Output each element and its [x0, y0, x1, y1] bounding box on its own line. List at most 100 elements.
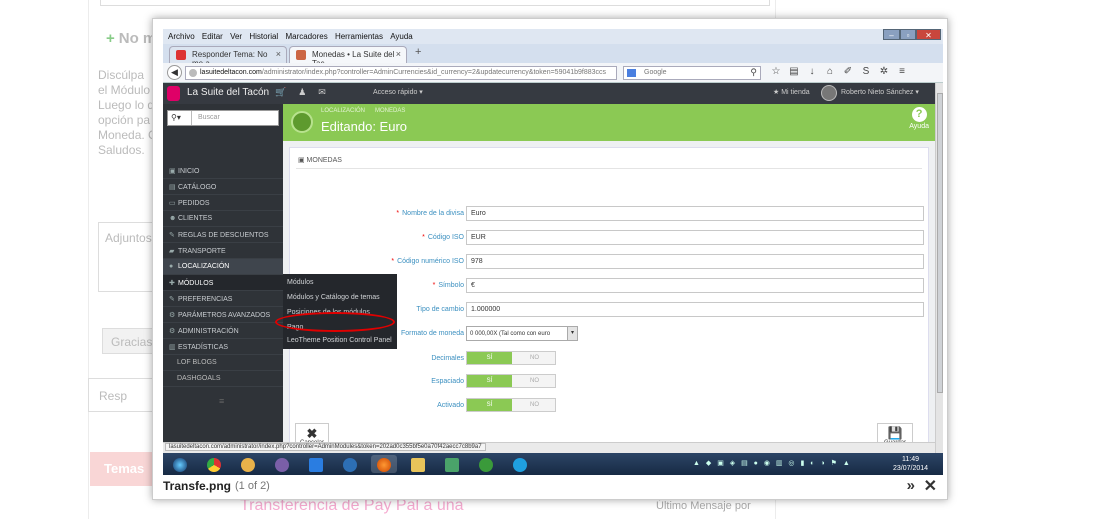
iso-numeric-input[interactable]: 978 [466, 254, 924, 269]
user-icon[interactable]: ♟ [298, 87, 306, 97]
sidebar-item-clientes[interactable]: ☻ CLIENTES [163, 211, 283, 227]
chrome-icon[interactable] [201, 455, 227, 473]
search-icon[interactable]: ⚲ [750, 67, 757, 78]
system-tray-icons[interactable]: ▲ ◆ ▣ ◈ ▤ ● ◉ ▥ ◎ ▮ ◐ ◑ ⚑ ▲ [693, 459, 852, 467]
extension-icon[interactable]: ✐ [839, 66, 857, 77]
page-title-bar: LOCALIZACIÓN MONEDAS Editando: Euro ? Ayu… [283, 104, 935, 141]
sidebar-item-inicio[interactable]: ▣ INICIO [163, 163, 283, 179]
sidebar-item-preferencias[interactable]: ✎ PREFERENCIAS [163, 291, 283, 307]
sidebar-item-transporte[interactable]: ▰ TRANSPORTE [163, 243, 283, 259]
back-arrow-icon[interactable]: ◀ [167, 65, 182, 80]
dropbox-icon[interactable] [303, 455, 329, 473]
site-identity-icon [189, 69, 197, 77]
user-menu[interactable]: Roberto Nieto Sánchez ▾ [841, 88, 919, 96]
close-lightbox-button[interactable]: ✕ [924, 476, 937, 496]
tab-close-icon[interactable]: × [396, 49, 401, 59]
skype-icon[interactable]: S [857, 66, 875, 77]
tab-monedas[interactable]: Monedas • La Suite del Tac... × [289, 46, 407, 68]
firefox-icon[interactable] [371, 455, 397, 473]
sidebar-item-lof-blogs[interactable]: LOF BLOGS [163, 355, 283, 371]
help-button[interactable]: ? Ayuda [909, 107, 929, 130]
tab-responder-tema[interactable]: Responder Tema: No me a... × [169, 46, 287, 68]
search-bar[interactable]: Google ⚲ [623, 66, 761, 80]
minimize-button[interactable]: – [883, 29, 900, 40]
panel-divider [296, 168, 922, 169]
topics-header: Temas [90, 452, 156, 486]
scrollbar-thumb[interactable] [937, 93, 943, 393]
menu-hamburger-icon[interactable]: ≡ [893, 66, 911, 77]
new-tab-button[interactable]: + [415, 46, 421, 58]
currency-format-select[interactable]: 0 000,00X (Tal como con euro ▾ [466, 326, 578, 341]
home-icon[interactable]: ⌂ [821, 66, 839, 77]
sidebar-item-modulos[interactable]: ✚ MÓDULOS [163, 275, 283, 291]
shop-name[interactable]: La Suite del Tacón [187, 87, 269, 98]
field-row-active: Activado SÍ NO [290, 398, 930, 414]
tab-close-icon[interactable]: × [276, 49, 281, 59]
power-icon[interactable] [337, 455, 363, 473]
taskbar-clock[interactable]: 11:49 23/07/2014 [893, 455, 928, 473]
active-toggle[interactable]: SÍ NO [466, 398, 556, 412]
menu-ayuda[interactable]: Ayuda [390, 32, 413, 41]
search-icon[interactable]: ⚲▾ [168, 111, 192, 125]
field-row-name: * Nombre de la divisa Euro [290, 206, 930, 222]
sidebar-item-catalogo[interactable]: ▤ CATÁLOGO [163, 179, 283, 195]
my-store-link[interactable]: ★ Mi tienda [773, 88, 810, 96]
maximize-button[interactable]: ▫ [900, 29, 916, 40]
menu-herramientas[interactable]: Herramientas [335, 32, 383, 41]
menu-ver[interactable]: Ver [230, 32, 242, 41]
avatar[interactable] [821, 85, 837, 101]
cart-icon[interactable]: 🛒 [275, 87, 286, 97]
folder-icon[interactable] [405, 455, 431, 473]
next-image-button[interactable]: » [907, 477, 915, 494]
exchange-rate-input[interactable]: 1.000000 [466, 302, 924, 317]
image-filename: Transfe.png [163, 479, 232, 493]
currency-name-input[interactable]: Euro [466, 206, 924, 221]
panel-heading: ▣ MONEDAS [298, 157, 342, 164]
menu-historial[interactable]: Historial [249, 32, 278, 41]
network-icon[interactable] [439, 455, 465, 473]
torrent-icon[interactable] [473, 455, 499, 473]
page-scrollbar[interactable] [935, 83, 943, 453]
collapse-menu-icon[interactable]: ≡ [219, 396, 224, 406]
thanks-button[interactable]: Gracias [102, 328, 154, 354]
start-button-icon[interactable] [167, 455, 193, 473]
quick-access-menu[interactable]: Acceso rápido ▾ [373, 88, 423, 96]
sidebar-item-localizacion[interactable]: ● LOCALIZACIÓN [163, 259, 283, 275]
sidebar-item-administracion[interactable]: ⚙ ADMINISTRACIÓN [163, 323, 283, 339]
url-bar[interactable]: lasuitedeltacon.com/administrator/index.… [185, 66, 617, 80]
image-counter: (1 of 2) [235, 480, 270, 492]
header-quick-icons: 🛒 ♟ ✉ [275, 87, 338, 98]
decimals-toggle[interactable]: SÍ NO [466, 351, 556, 365]
admin-sidebar: ⚲▾ Buscar ▣ INICIO ▤ CATÁLOGO ▭ PEDIDOS ☻ CL… [163, 104, 283, 454]
skype-taskbar-icon[interactable] [507, 455, 533, 473]
reply-button[interactable]: Resp [88, 378, 156, 412]
browser-tabbar: Responder Tema: No me a... × Monedas • L… [163, 44, 943, 68]
reading-list-icon[interactable]: ▤ [785, 66, 803, 77]
sidebar-item-estadisticas[interactable]: ▥ ESTADÍSTICAS [163, 339, 283, 355]
bookmark-star-icon[interactable]: ☆ [767, 66, 785, 77]
flyout-item-modulos[interactable]: Módulos [283, 276, 397, 291]
flyout-item-catalogo-temas[interactable]: Módulos y Catálogo de temas [283, 291, 397, 306]
sidebar-item-dashgoals[interactable]: DASHGOALS [163, 371, 283, 387]
windows-taskbar: ▲ ◆ ▣ ◈ ▤ ● ◉ ▥ ◎ ▮ ◐ ◑ ⚑ ▲ 11:49 23/07/2… [163, 453, 943, 475]
field-row-decimals: Decimales SÍ NO [290, 351, 930, 367]
app-icon[interactable] [235, 455, 261, 473]
sidebar-item-parametros[interactable]: ⚙ PARÁMETROS AVANZADOS [163, 307, 283, 323]
globe-icon [291, 111, 313, 133]
sidebar-search[interactable]: ⚲▾ Buscar [167, 110, 279, 126]
window-close-button[interactable]: ✕ [916, 29, 941, 40]
mail-icon[interactable]: ✉ [318, 87, 326, 97]
symbol-input[interactable]: € [466, 278, 924, 293]
spacing-toggle[interactable]: SÍ NO [466, 374, 556, 388]
iso-code-input[interactable]: EUR [466, 230, 924, 245]
addon-icon[interactable]: ✲ [875, 66, 893, 77]
menu-archivo[interactable]: Archivo [168, 32, 195, 41]
menu-marcadores[interactable]: Marcadores [285, 32, 327, 41]
media-icon[interactable] [269, 455, 295, 473]
sidebar-item-pedidos[interactable]: ▭ PEDIDOS [163, 195, 283, 211]
image-lightbox: Archivo Editar Ver Historial Marcadores … [152, 18, 948, 500]
download-icon[interactable]: ↓ [803, 66, 821, 77]
flyout-item-leotheme[interactable]: LeoTheme Position Control Panel [283, 334, 397, 349]
sidebar-item-descuentos[interactable]: ✎ REGLAS DE DESCUENTOS [163, 227, 283, 243]
menu-editar[interactable]: Editar [202, 32, 223, 41]
